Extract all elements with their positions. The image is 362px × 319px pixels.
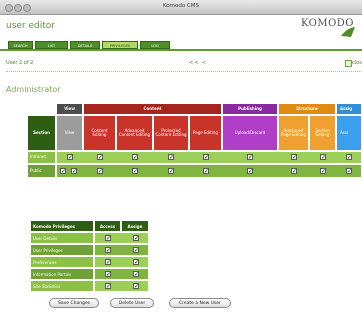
checkbox-site-statistics-access[interactable]: ✓ [105, 283, 111, 290]
col-advanced-content-editing: Advanced Content Editing [116, 115, 153, 151]
col-assign: Assi [336, 115, 362, 151]
checkbox-public-advanced-page[interactable]: ✓ [291, 168, 297, 175]
checkbox-intranet-assign[interactable]: ✓ [346, 154, 352, 161]
checkbox-intranet-content-editing[interactable]: ✓ [97, 154, 103, 161]
komodo-privileges-header: Komodo Privileges [30, 220, 94, 232]
checkbox-public-content-editing[interactable]: ✓ [97, 168, 103, 175]
group-structure: Structure [278, 103, 336, 115]
tab-log[interactable]: LOG [140, 41, 170, 49]
privilege-site-statistics: Site Statistics [30, 280, 94, 292]
assign-header: Assign [121, 220, 149, 232]
checkbox-user-privileges-access[interactable]: ✓ [105, 247, 111, 254]
col-content-editing: Content Editing [83, 115, 116, 151]
table-row [94, 268, 149, 280]
logo-swoosh-icon [341, 27, 355, 37]
close-label: clos [352, 60, 362, 66]
checkbox-public-assign[interactable]: ✓ [346, 168, 352, 175]
table-row [94, 244, 149, 256]
checkbox-information-portals-access[interactable]: ✓ [105, 271, 111, 278]
group-content: Content [83, 103, 222, 115]
table-row [94, 232, 149, 244]
header-rule [0, 49, 362, 51]
create-user-button[interactable]: Create a New User [169, 298, 231, 308]
page-title: user editor [6, 21, 55, 31]
group-view: View [56, 103, 83, 115]
checkbox-user-details-assign[interactable]: ✓ [133, 235, 139, 242]
checkbox-public-section-editing[interactable]: ✓ [320, 168, 326, 175]
checkbox-user-privileges-assign[interactable]: ✓ [133, 247, 139, 254]
tab-privileges[interactable]: PRIVILEGES [102, 41, 138, 49]
privilege-information-portals: Information Portals [30, 268, 94, 280]
col-advanced-page-editing: Advanced Page Editing [278, 115, 309, 151]
checkbox-intranet-protected-content[interactable]: ✓ [168, 154, 174, 161]
checkbox-intranet-view[interactable]: ✓ [67, 154, 73, 161]
col-section-editing: Section Editing [309, 115, 336, 151]
access-header: Access [94, 220, 121, 232]
window-titlebar: Komodo CMS [0, 0, 362, 15]
app-header: user editor KOMODO SEARCH LIST DETAILS P… [0, 15, 362, 53]
save-changes-button[interactable]: Save Changes [49, 298, 99, 308]
checkbox-intranet-upload[interactable]: ✓ [247, 154, 253, 161]
section-header: Section [27, 115, 56, 151]
checkbox-public-upload[interactable]: ✓ [247, 168, 253, 175]
group-publishing: Publishing [222, 103, 278, 115]
col-view: View [56, 115, 83, 151]
privilege-user-privileges: User Privileges [30, 244, 94, 256]
checkbox-intranet-page-editing[interactable]: ✓ [203, 154, 209, 161]
tab-bar: SEARCH LIST DETAILS PRIVILEGES LOG [8, 41, 172, 49]
tab-list[interactable]: LIST [35, 41, 68, 49]
table-row [94, 280, 149, 292]
delete-user-button[interactable]: Delete User [110, 298, 154, 308]
checkbox-intranet-advanced-content[interactable]: ✓ [132, 154, 138, 161]
tab-search[interactable]: SEARCH [8, 41, 33, 49]
row-label-intranet: Intranet [27, 151, 56, 164]
checkbox-preferences-access[interactable]: ✓ [105, 259, 111, 266]
close-checkbox[interactable] [345, 60, 352, 67]
checkbox-public-protected-content[interactable]: ✓ [168, 168, 174, 175]
privilege-user-details: User Details [30, 232, 94, 244]
checkbox-site-statistics-assign[interactable]: ✓ [133, 283, 139, 290]
checkbox-user-details-access[interactable]: ✓ [105, 235, 111, 242]
checkbox-public-view-a[interactable]: ✓ [60, 168, 66, 175]
checkbox-intranet-advanced-page[interactable]: ✓ [291, 154, 297, 161]
checkbox-information-portals-assign[interactable]: ✓ [133, 271, 139, 278]
checkbox-public-view[interactable]: ✓ [71, 168, 77, 175]
col-page-editing: Page Editing [189, 115, 222, 151]
pager-controls[interactable]: << < [189, 60, 207, 66]
checkbox-preferences-assign[interactable]: ✓ [133, 259, 139, 266]
checkbox-public-advanced-content[interactable]: ✓ [132, 168, 138, 175]
user-name-heading: Administrator [6, 85, 61, 94]
privilege-preferences: Preferences [30, 256, 94, 268]
row-label-public: Public [27, 164, 56, 178]
checkbox-intranet-section-editing[interactable]: ✓ [320, 154, 326, 161]
window-title: Komodo CMS [162, 3, 200, 9]
tab-details[interactable]: DETAILS [70, 41, 100, 49]
user-navigation: User 2 of 2 << < clos [6, 58, 362, 70]
group-assign: Assig [336, 103, 362, 115]
col-upload-discard: Upload/Discard [222, 115, 278, 151]
col-protected-content-editing: Protected Content Editing [153, 115, 189, 151]
table-row [94, 256, 149, 268]
user-counter: User 2 of 2 [6, 60, 34, 66]
checkbox-public-page-editing[interactable]: ✓ [203, 168, 209, 175]
divider [6, 71, 362, 72]
